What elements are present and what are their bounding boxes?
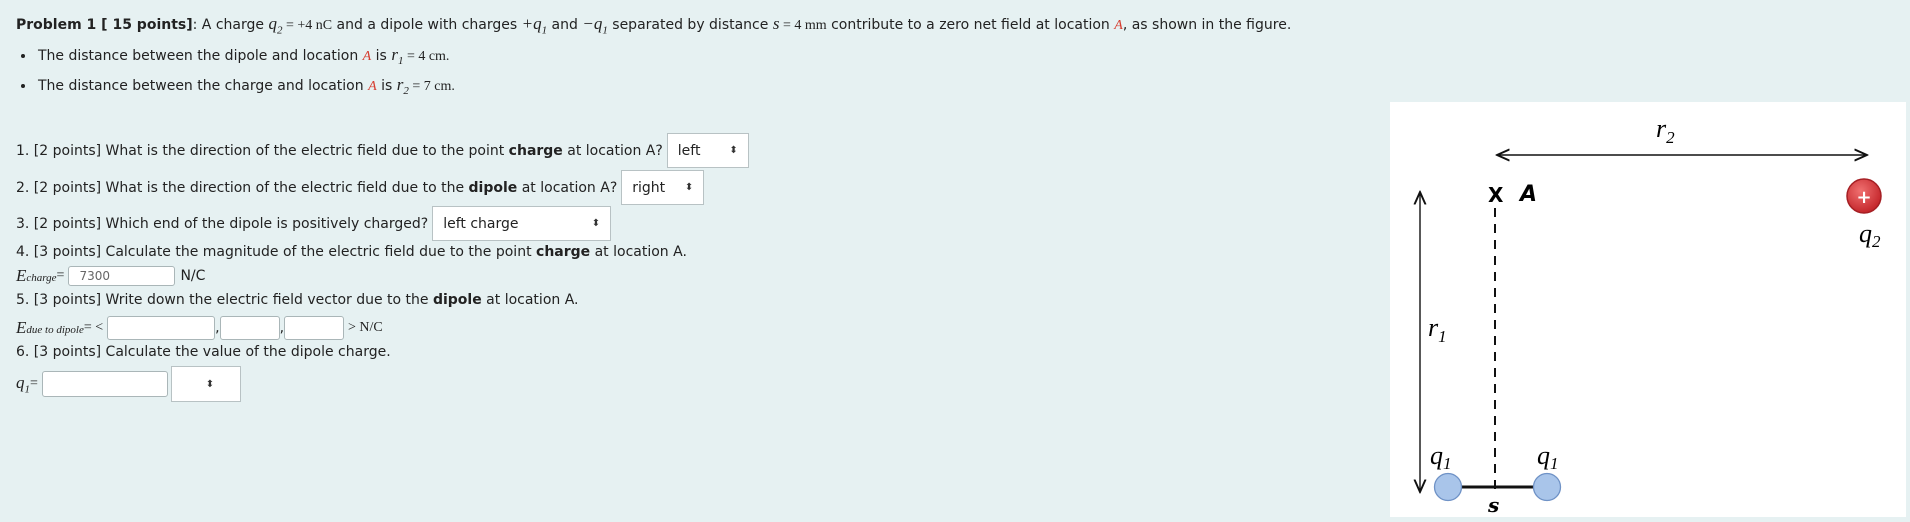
problem-text: , as shown in the figure. [1122,17,1292,33]
location-x-mark: X [1488,183,1504,207]
question-text: 5. [3 points] Write down the electric fi… [16,292,579,308]
location-a-label: A [1114,18,1123,33]
q1-left-label: q1 [1430,441,1452,473]
problem-text: contribute to a zero net field at locati… [826,17,1115,33]
e-dipole-x-input[interactable] [107,316,216,340]
q1-value-input[interactable] [41,371,168,397]
q3-end-select[interactable]: left charge ⬍ [432,206,612,241]
r1-label: r1 [1428,313,1447,346]
question-5: 5. [3 points] Write down the electric fi… [16,292,578,308]
q5-answer-row: Edue to dipole = < , , > N/C [16,316,383,340]
physics-figure: r2 r1 X A + q2 q1 q1 s [1390,102,1906,517]
e-dipole-y-input[interactable] [219,316,280,340]
q6-answer-row: q1 = ⬍ [16,366,241,402]
e-charge-input[interactable]: 7300 [68,266,176,286]
s-figure-label: s [1487,493,1499,517]
select-arrows-icon: ⬍ [591,218,601,229]
q1-unit-select[interactable]: ⬍ [170,366,241,402]
minus-q1-var: −q1 [582,14,608,37]
q2-var: q2 [268,14,283,37]
problem-text: and a dipole with charges [332,17,522,33]
plus-icon: + [1856,187,1871,208]
dipole-right-charge [1532,472,1562,502]
dipole-left-charge [1433,472,1463,502]
question-2: 2. [2 points] What is the direction of t… [16,170,705,205]
select-arrows-icon: ⬍ [684,182,694,193]
question-3: 3. [2 points] Which end of the dipole is… [16,206,612,241]
question-1: 1. [2 points] What is the direction of t… [16,133,749,168]
q2-value: = +4 nC [282,18,333,33]
unit-label: N/C [180,268,206,284]
q2-figure-label: q2 [1859,219,1881,251]
problem-text: and [547,17,583,33]
e-dipole-z-input[interactable] [284,316,345,340]
e-dipole-var: Edue to dipole [16,318,84,337]
figure-drawing: r2 r1 X A + q2 q1 q1 s [1390,114,1882,517]
question-4: 4. [3 points] Calculate the magnitude of… [16,244,687,260]
given-list: The distance between the dipole and loca… [16,43,455,103]
problem-statement: Problem 1 [ 15 points]: A charge q2 = +4… [16,14,1291,36]
question-text: 6. [3 points] Calculate the value of the… [16,344,391,360]
plus-q1-var: +q1 [521,14,548,37]
question-text: 4. [3 points] Calculate the magnitude of… [16,244,687,260]
s-value: = 4 mm [779,18,827,33]
problem-text: separated by distance [607,17,773,33]
select-arrows-icon: ⬍ [729,145,738,156]
problem-text: : A charge [192,17,269,33]
q1-direction-select[interactable]: left ⬍ [666,133,749,168]
q1-var: q1 [16,372,30,396]
problem-label: Problem 1 [ 15 points] [16,17,193,33]
list-item: The distance between the charge and loca… [36,73,455,103]
location-a-figure-label: A [1518,182,1537,207]
r2-label: r2 [1656,114,1675,147]
question-6: 6. [3 points] Calculate the value of the… [16,344,391,360]
question-text: 1. [2 points] What is the direction of t… [16,142,663,159]
vector-close-unit: > N/C [348,320,383,335]
question-text: 3. [2 points] Which end of the dipole is… [16,215,429,232]
e-charge-var: Echarge [16,266,57,285]
q2-direction-select[interactable]: right ⬍ [621,170,705,205]
q4-answer-row: Echarge = 7300 N/C [16,266,206,286]
q1-right-label: q1 [1537,441,1559,473]
list-item: The distance between the dipole and loca… [36,43,455,73]
select-arrows-icon: ⬍ [205,378,215,390]
question-text: 2. [2 points] What is the direction of t… [16,179,618,196]
